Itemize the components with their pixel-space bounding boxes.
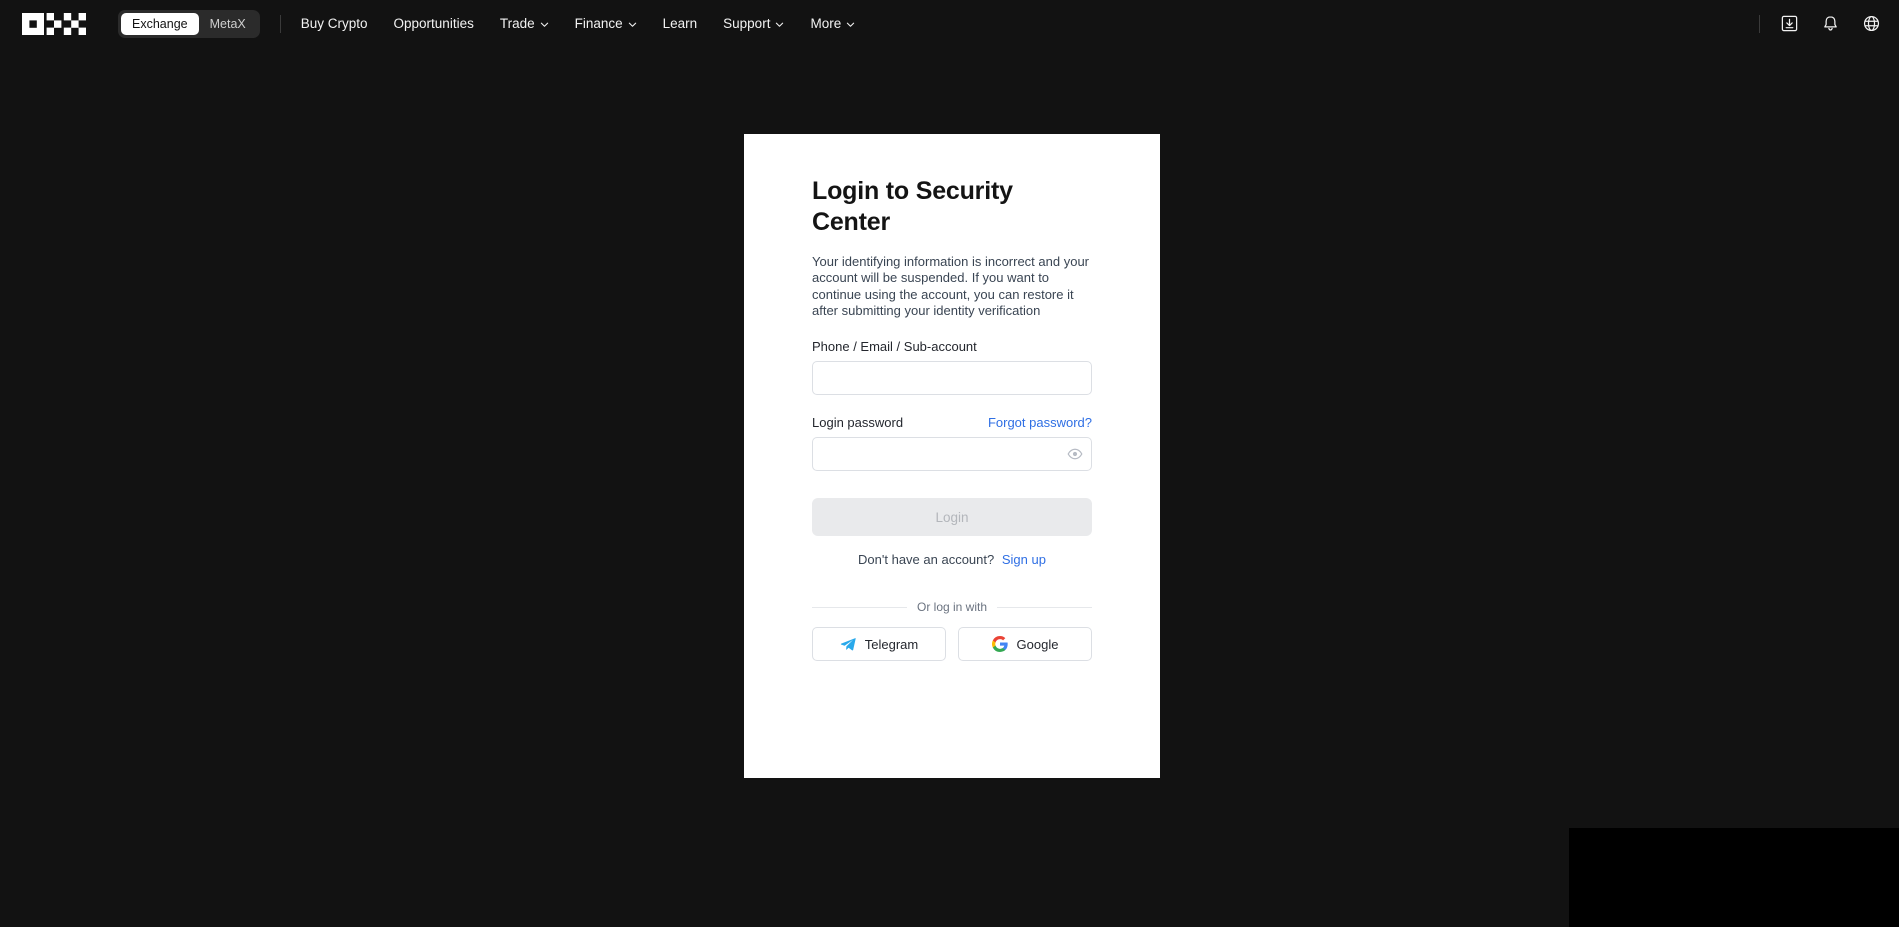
login-button[interactable]: Login xyxy=(812,498,1092,536)
nav-item-trade[interactable]: Trade xyxy=(500,16,549,31)
nav-item-more[interactable]: More xyxy=(810,16,855,31)
forgot-password-link[interactable]: Forgot password? xyxy=(988,415,1092,430)
account-field-block: Phone / Email / Sub-account xyxy=(812,339,1092,395)
segment-exchange[interactable]: Exchange xyxy=(121,12,199,35)
account-field-label: Phone / Email / Sub-account xyxy=(812,339,977,354)
nav-item-label: Opportunities xyxy=(393,16,474,31)
telegram-login-button[interactable]: Telegram xyxy=(812,627,946,661)
sign-up-link[interactable]: Sign up xyxy=(1002,552,1046,567)
signup-prompt-text: Don't have an account? xyxy=(858,552,995,567)
nav-item-label: Buy Crypto xyxy=(300,16,368,31)
account-input[interactable] xyxy=(813,362,1091,394)
download-icon[interactable] xyxy=(1780,14,1799,33)
nav-item-opportunities[interactable]: Opportunities xyxy=(394,16,474,31)
social-divider: Or log in with xyxy=(812,600,1092,614)
telegram-icon xyxy=(840,638,856,651)
okx-logo[interactable] xyxy=(22,12,90,35)
chevron-down-icon xyxy=(540,22,548,27)
divider-rule-right xyxy=(997,606,1092,608)
nav-item-support[interactable]: Support xyxy=(723,16,784,31)
password-label-row: Login password Forgot password? xyxy=(812,415,1092,430)
nav-item-label: Trade xyxy=(499,16,535,31)
telegram-label: Telegram xyxy=(864,636,919,652)
top-navigation-bar: Exchange MetaX Buy Crypto Opportunities … xyxy=(0,0,1899,47)
account-input-wrap[interactable] xyxy=(812,361,1092,395)
nav-vertical-divider xyxy=(279,14,281,33)
divider-rule-left xyxy=(812,606,907,608)
signup-row: Don't have an account? Sign up xyxy=(812,552,1092,567)
chevron-down-icon xyxy=(628,22,636,27)
account-label-row: Phone / Email / Sub-account xyxy=(812,339,1092,354)
nav-item-finance[interactable]: Finance xyxy=(575,16,637,31)
password-input-wrap[interactable] xyxy=(812,437,1092,471)
product-segmented-control[interactable]: Exchange MetaX xyxy=(118,9,260,38)
notification-bell-icon[interactable] xyxy=(1821,14,1840,33)
eye-icon[interactable] xyxy=(1067,446,1083,462)
page-title: Login to Security Center xyxy=(812,177,1013,236)
nav-links: Buy Crypto Opportunities Trade Finance L… xyxy=(301,16,855,31)
nav-item-buy-crypto[interactable]: Buy Crypto xyxy=(301,16,368,31)
google-login-button[interactable]: Google xyxy=(958,627,1092,661)
password-field-label: Login password xyxy=(812,415,904,430)
bottom-right-overlay-panel xyxy=(1569,828,1899,927)
nav-item-label: Learn xyxy=(662,16,698,31)
login-card-body: Login to Security Center Your identifyin… xyxy=(744,134,1160,661)
warning-description: Your identifying information is incorrec… xyxy=(812,254,1089,318)
nav-item-label: Support xyxy=(723,16,771,31)
nav-item-label: More xyxy=(810,16,842,31)
social-login-row: Telegram Google xyxy=(812,627,1092,661)
nav-item-label: Finance xyxy=(574,16,623,31)
login-card: Login to Security Center Your identifyin… xyxy=(744,134,1160,778)
chevron-down-icon xyxy=(776,22,784,27)
google-label: Google xyxy=(1016,636,1059,652)
divider-label: Or log in with xyxy=(916,600,988,614)
password-input[interactable] xyxy=(813,438,1091,470)
google-icon xyxy=(991,636,1008,652)
nav-item-learn[interactable]: Learn xyxy=(663,16,698,31)
nav-right-actions xyxy=(1780,14,1881,33)
nav-right-divider xyxy=(1759,14,1760,33)
chevron-down-icon xyxy=(847,22,855,27)
globe-language-icon[interactable] xyxy=(1862,14,1881,33)
password-field-block: Login password Forgot password? xyxy=(812,415,1092,471)
segment-metax[interactable]: MetaX xyxy=(199,13,257,35)
